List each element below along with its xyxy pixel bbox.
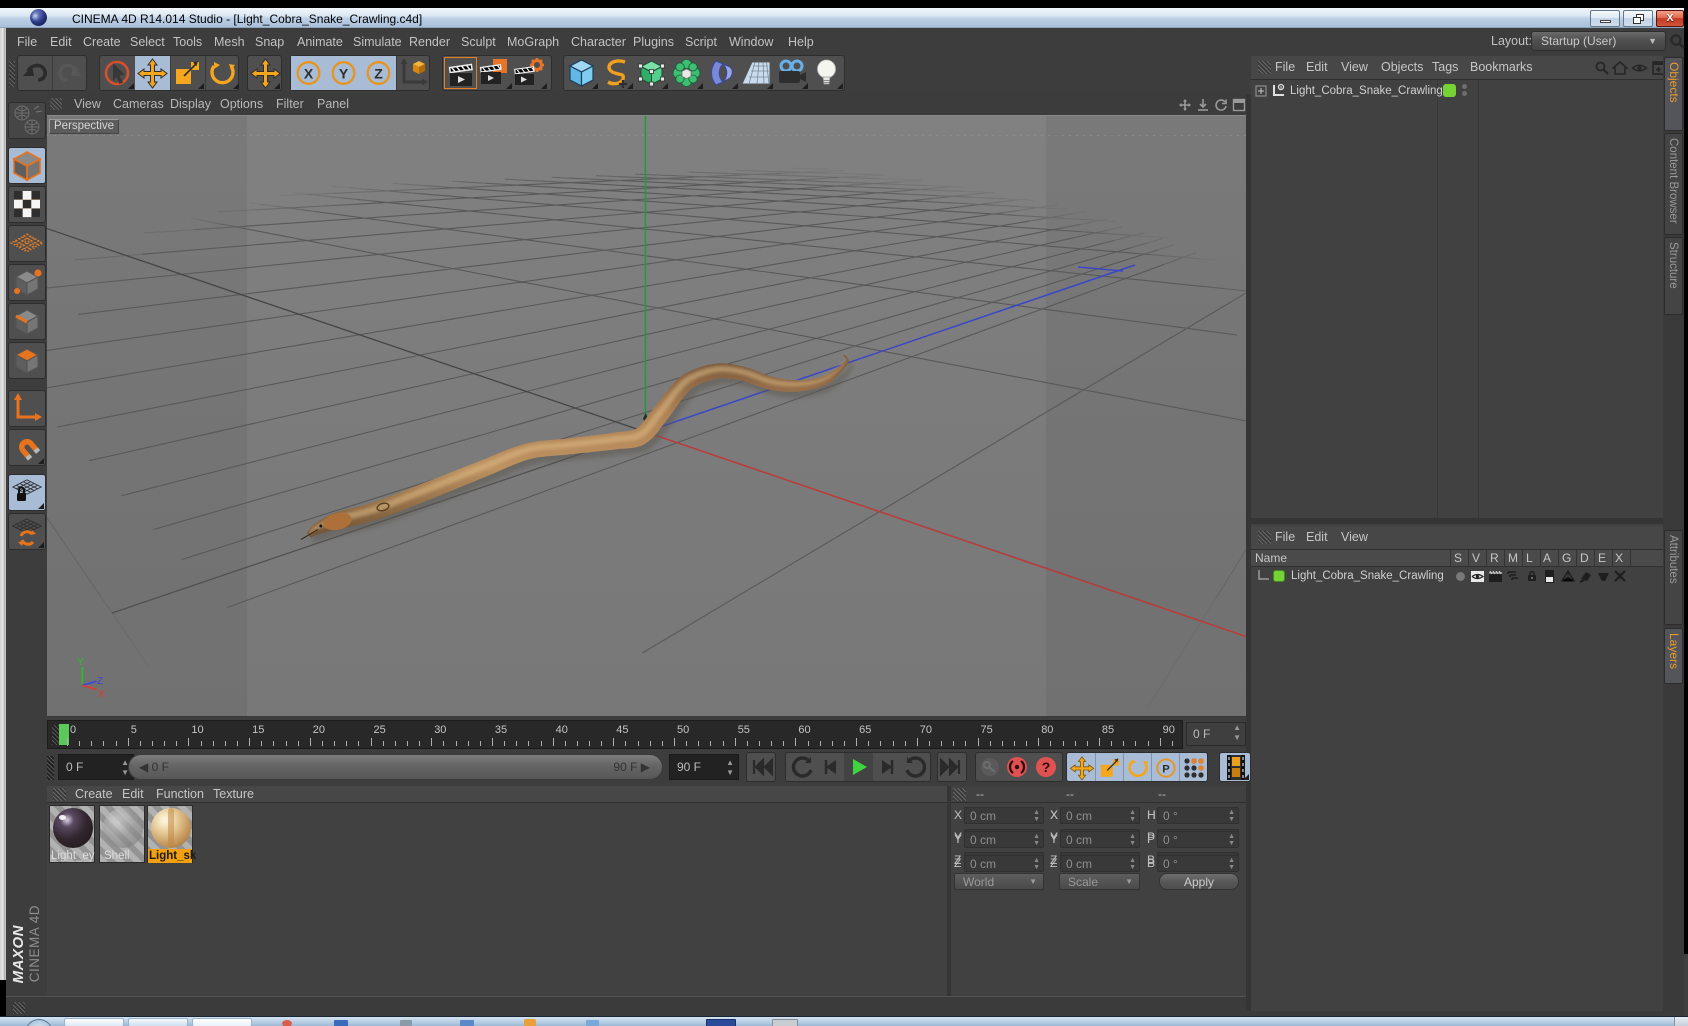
svg-text:P: P — [1162, 763, 1170, 775]
svg-text:Y: Y — [77, 657, 84, 668]
svg-text:Z: Z — [374, 66, 383, 82]
svg-text:X: X — [304, 66, 314, 82]
svg-text:Z: Z — [97, 676, 103, 687]
svg-text:Y: Y — [339, 66, 349, 82]
svg-text:X: X — [98, 689, 105, 700]
svg-text:?: ? — [1042, 759, 1051, 775]
